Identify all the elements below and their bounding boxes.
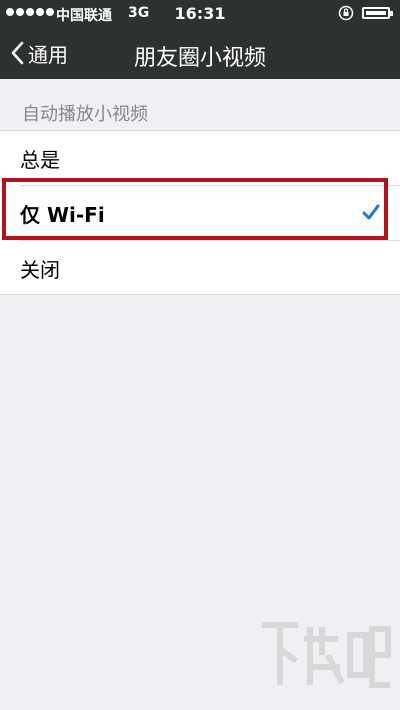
orientation-lock-icon [338,5,354,21]
navigation-bar: 通用 朋友圈小视频 [0,27,400,79]
page-title: 朋友圈小视频 [133,46,266,71]
section-header: 自动播放小视频 [22,104,148,125]
status-bar: 中国联通 3G 16:31 [0,0,400,27]
option-off[interactable]: 关闭 [0,241,400,296]
option-label: 关闭 [20,258,60,282]
watermark-logo [262,622,391,688]
option-label: 总是 [20,148,60,172]
highlight-annotation-box [2,178,388,240]
battery-icon [362,7,393,19]
